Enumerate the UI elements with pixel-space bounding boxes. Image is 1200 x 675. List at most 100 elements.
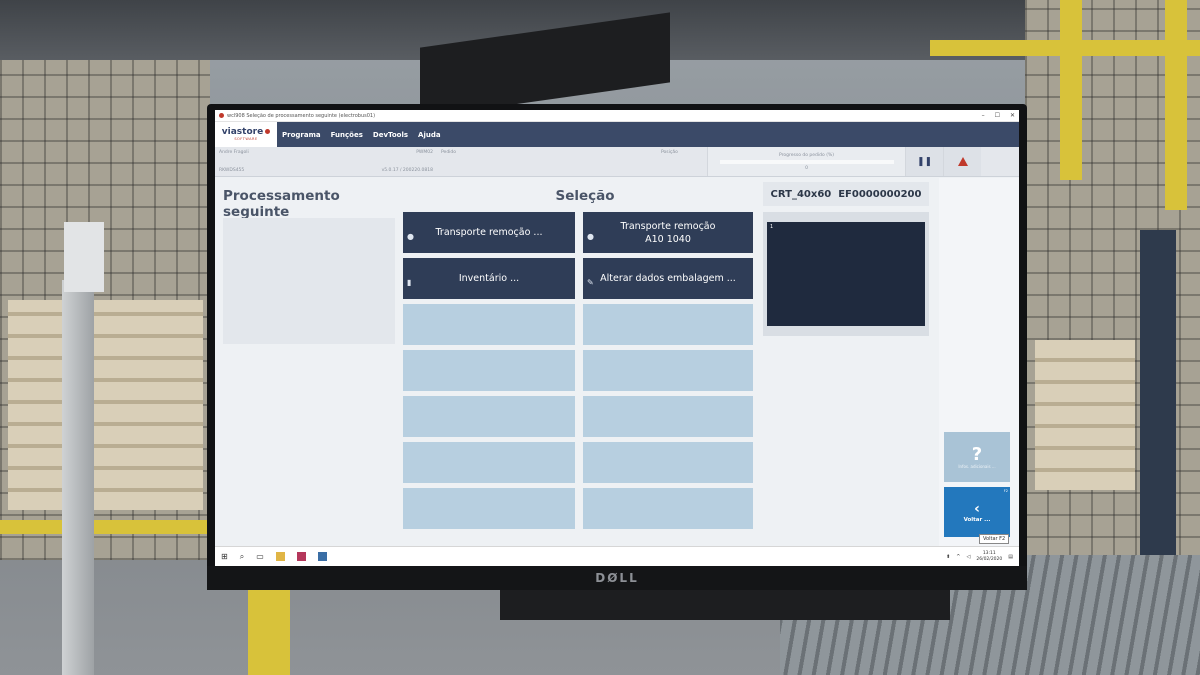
inventory-icon: ▮	[407, 278, 412, 287]
info-station: PWM02	[416, 150, 433, 155]
window-title: wcl908 Seleção de processamento seguinte…	[227, 112, 376, 119]
tile-change-packaging[interactable]: ✎ Alterar dados embalagem ...	[583, 258, 753, 299]
app-icon	[219, 113, 224, 118]
logo-sub: SOFTWARE	[234, 137, 258, 141]
search-icon[interactable]: ⌕	[240, 552, 244, 562]
menu-programa[interactable]: Programa	[277, 122, 326, 147]
menubar: viastore SOFTWARE Programa Funções DevTo…	[215, 122, 1019, 147]
back-button[interactable]: F2 ‹ Voltar ...	[944, 487, 1010, 537]
maximize-button[interactable]: ☐	[995, 112, 1000, 119]
info-user: Andre Fragoli	[219, 150, 249, 155]
progress-value: 0	[805, 165, 808, 171]
tile-transport-removal-a10[interactable]: ● Transporte remoção A10 1040	[583, 212, 753, 253]
back-label: Voltar ...	[963, 517, 991, 523]
back-tooltip: Voltar F2	[979, 534, 1010, 544]
yellow-post	[248, 590, 290, 675]
tile-empty[interactable]	[583, 442, 753, 483]
tile-label: Transporte remoção A10 1040	[620, 220, 716, 245]
help-label: Infos. adicionais ...	[958, 463, 996, 469]
tile-empty[interactable]	[583, 396, 753, 437]
tile-empty[interactable]	[583, 304, 753, 345]
info-position-label: Posição	[661, 150, 678, 155]
tile-empty[interactable]	[403, 350, 575, 391]
warning-button[interactable]	[943, 147, 981, 176]
close-button[interactable]: ✕	[1010, 112, 1015, 119]
warning-icon	[957, 157, 968, 166]
pause-icon: ❚❚	[916, 156, 933, 167]
file-explorer-icon[interactable]	[275, 552, 285, 561]
chevron-up-icon[interactable]: ^	[956, 554, 960, 560]
tile-empty[interactable]	[403, 396, 575, 437]
screen: wcl908 Seleção de processamento seguinte…	[215, 110, 1019, 566]
viastore-logo: viastore SOFTWARE	[215, 122, 277, 147]
tile-inventory[interactable]: ▮ Inventário ...	[403, 258, 575, 299]
next-processing-title: Processamento seguinte	[223, 188, 340, 220]
task-view-icon[interactable]: ▭	[256, 552, 264, 561]
info-bar: Andre Fragoli RKWDS455 PWM02 v5.0.17 / 2…	[215, 147, 1019, 177]
info-order-label: Pedido	[441, 150, 457, 155]
pallets-right	[1035, 340, 1135, 490]
info-order-col: Pedido	[437, 147, 657, 176]
menu-ajuda[interactable]: Ajuda	[413, 122, 446, 147]
logo-dot-icon	[265, 129, 271, 134]
tile-empty[interactable]	[403, 442, 575, 483]
next-processing-box	[223, 218, 395, 344]
blue-column	[1140, 230, 1176, 560]
info-station-col: PWM02 v5.0.17 / 200220.0818	[327, 147, 437, 176]
viastore-app-icon[interactable]	[317, 552, 327, 561]
monitor: wcl908 Seleção de processamento seguinte…	[207, 104, 1027, 590]
clock-date: 26/02/2020	[976, 556, 1003, 562]
menu-funcoes[interactable]: Funções	[326, 122, 368, 147]
order-progress: Progresso do pedido (%) 0	[707, 147, 905, 176]
tile-empty[interactable]	[403, 304, 575, 345]
info-position-col: Posição	[657, 147, 707, 176]
back-key: F2	[1003, 489, 1008, 493]
info-version: v5.0.17 / 200220.0818	[381, 168, 433, 173]
tile-empty[interactable]	[583, 488, 753, 529]
tile-label: Inventário ...	[458, 273, 520, 284]
app-icon[interactable]	[296, 552, 306, 561]
help-button[interactable]: ? Infos. adicionais ...	[944, 432, 1010, 482]
progress-label: Progresso do pedido (%)	[779, 152, 834, 158]
selection-grid: ● Transporte remoção ... ● Transporte re…	[403, 212, 753, 542]
yellow-frame-2	[1165, 0, 1187, 210]
action-column: ? Infos. adicionais ... F2 ‹ Voltar ... …	[939, 178, 1019, 546]
crt-panel: 1	[763, 212, 929, 336]
minimize-button[interactable]: –	[982, 112, 985, 119]
main-area: Processamento seguinte Seleção ● Transpo…	[215, 178, 1019, 546]
info-workstation: RKWDS455	[219, 168, 245, 173]
progress-track	[719, 159, 894, 164]
monitor-chin: DØLL	[207, 566, 1027, 590]
tile-empty[interactable]	[583, 350, 753, 391]
pause-button[interactable]: ❚❚	[905, 147, 943, 176]
network-icon[interactable]: ⬍	[946, 554, 950, 560]
window-titlebar: wcl908 Seleção de processamento seguinte…	[215, 110, 1019, 122]
yellow-frame-1	[1060, 0, 1082, 180]
switch-box	[64, 222, 104, 292]
system-tray: ⬍ ^ ◁ 13:11 26/02/2020 ▤	[946, 551, 1013, 563]
next-processing-panel: Processamento seguinte	[221, 178, 401, 538]
tile-label: Transporte remoção ...	[435, 227, 543, 238]
volume-icon[interactable]: ◁	[966, 554, 970, 560]
crt-screen: 1	[767, 222, 925, 326]
transport-icon: ●	[587, 232, 594, 241]
taskbar: ⊞ ⌕ ▭ ⬍ ^ ◁ 13:11 26/02/2020 ▤	[215, 546, 1019, 566]
window-controls: – ☐ ✕	[982, 112, 1015, 119]
transport-icon: ●	[407, 232, 414, 241]
notifications-icon[interactable]: ▤	[1008, 554, 1013, 560]
question-icon: ?	[971, 443, 983, 465]
info-user-col: Andre Fragoli RKWDS455	[215, 147, 327, 176]
windows-icon[interactable]: ⊞	[221, 552, 228, 561]
crt-header: CRT_40x60 EF0000000200	[763, 182, 929, 206]
clock[interactable]: 13:11 26/02/2020	[976, 551, 1002, 563]
pallets-left	[8, 300, 203, 510]
selection-title: Seleção	[555, 188, 615, 204]
tile-label: Alterar dados embalagem ...	[600, 273, 736, 284]
logo-name: viastore	[221, 127, 264, 137]
chevron-left-icon: ‹	[974, 501, 980, 517]
tile-empty[interactable]	[403, 488, 575, 529]
tile-transport-removal[interactable]: ● Transporte remoção ...	[403, 212, 575, 253]
menu-devtools[interactable]: DevTools	[368, 122, 413, 147]
yellow-frame-3	[930, 40, 1200, 56]
yellow-rail-left	[0, 520, 210, 534]
